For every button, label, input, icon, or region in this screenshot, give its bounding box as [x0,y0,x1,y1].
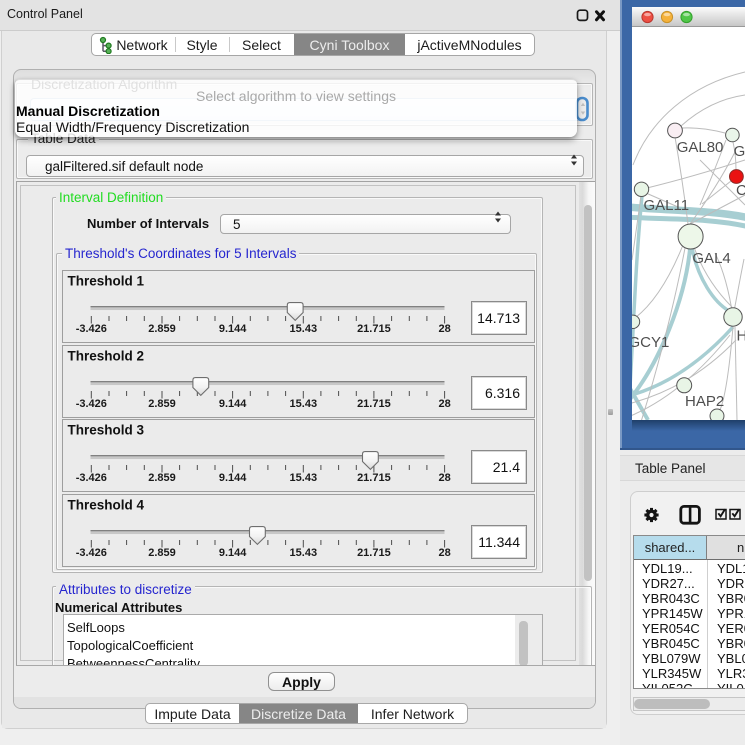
svg-text:-3.426: -3.426 [76,547,107,559]
svg-text:9.144: 9.144 [219,547,247,559]
svg-text:GA: GA [734,143,745,160]
svg-text:GAL80: GAL80 [677,139,724,156]
svg-text:21.715: 21.715 [357,398,391,410]
svg-text:HAP2: HAP2 [685,393,724,410]
svg-text:2.859: 2.859 [148,472,176,484]
svg-text:21.715: 21.715 [357,547,391,559]
svg-text:15.43: 15.43 [290,547,318,559]
svg-text:2.859: 2.859 [148,323,176,335]
svg-text:Threshold 3: Threshold 3 [68,423,145,438]
svg-text:6.316: 6.316 [485,385,520,401]
svg-text:28: 28 [438,323,450,335]
svg-text:GAL4: GAL4 [692,250,730,267]
svg-text:9.144: 9.144 [219,398,247,410]
svg-text:9.144: 9.144 [219,472,247,484]
svg-text:15.43: 15.43 [290,472,318,484]
svg-text:Threshold 2: Threshold 2 [68,348,145,363]
svg-text:11.344: 11.344 [478,534,520,550]
svg-text:GCY1: GCY1 [632,334,669,351]
svg-text:21.715: 21.715 [357,472,391,484]
svg-text:28: 28 [438,472,450,484]
svg-text:15.43: 15.43 [290,323,318,335]
svg-text:Threshold 4: Threshold 4 [68,497,145,512]
svg-text:21.4: 21.4 [493,459,520,475]
svg-text:-3.426: -3.426 [76,472,107,484]
svg-text:28: 28 [438,398,450,410]
svg-text:2.859: 2.859 [148,547,176,559]
svg-text:GAL11: GAL11 [644,197,690,214]
svg-text:-3.426: -3.426 [76,398,107,410]
svg-text:C: C [736,182,745,199]
svg-text:Threshold 1: Threshold 1 [68,274,145,289]
svg-text:H: H [737,328,745,345]
svg-text:15.43: 15.43 [290,398,318,410]
svg-text:2.859: 2.859 [148,398,176,410]
svg-text:21.715: 21.715 [357,323,391,335]
svg-text:9.144: 9.144 [219,323,247,335]
svg-text:-3.426: -3.426 [76,323,107,335]
svg-text:28: 28 [438,547,450,559]
svg-text:14.713: 14.713 [477,310,520,326]
